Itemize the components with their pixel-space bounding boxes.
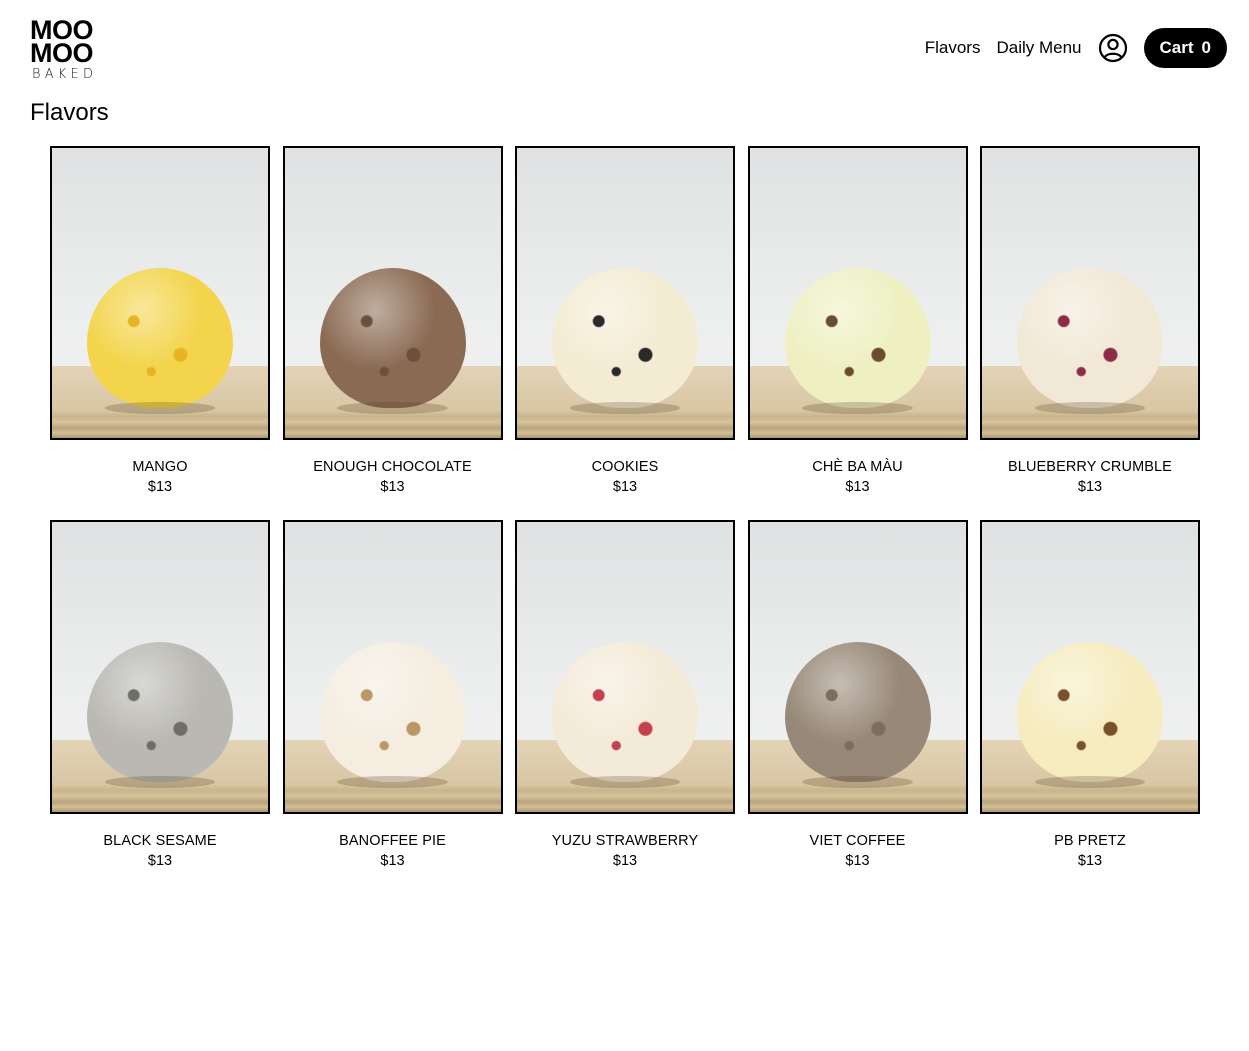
product-image[interactable] (980, 146, 1200, 440)
product-price: $13 (612, 853, 638, 869)
product-card[interactable]: YUZU STRAWBERRY $13 (515, 520, 735, 894)
main-nav: Flavors Daily Menu Cart 0 (925, 28, 1227, 68)
product-card[interactable]: VIET COFFEE $13 (747, 520, 968, 894)
ice-cream-scoop (319, 268, 466, 414)
product-name: PB PRETZ (1054, 833, 1126, 849)
product-image[interactable] (980, 520, 1200, 814)
product-name: MANGO (132, 459, 188, 475)
product-name: BANOFFEE PIE (339, 833, 446, 849)
product-card[interactable]: COOKIES $13 (515, 146, 735, 520)
product-card[interactable]: MANGO $13 (50, 146, 270, 520)
product-name: CHÈ BA MÀU (812, 459, 903, 475)
product-card[interactable]: BLACK SESAME $13 (50, 520, 270, 894)
ice-cream-scoop (87, 268, 233, 414)
product-price: $13 (612, 479, 638, 495)
product-card[interactable]: PB PRETZ $13 (980, 520, 1200, 894)
cart-count: 0 (1201, 38, 1211, 57)
product-price: $13 (1077, 853, 1103, 869)
logo-line-3: BAKED (32, 67, 98, 82)
product-image[interactable] (515, 520, 735, 814)
cart-label: Cart (1159, 38, 1194, 57)
nav-flavors-link[interactable]: Flavors (925, 38, 981, 58)
product-name: ENOUGH CHOCOLATE (313, 459, 472, 475)
product-image[interactable] (515, 146, 735, 440)
product-image[interactable] (282, 520, 503, 814)
product-grid: MANGO $13 ENOUGH CHOCOLATE $13 COOKIES $… (50, 146, 1200, 894)
ice-cream-scoop (784, 268, 931, 414)
product-image[interactable] (50, 146, 270, 440)
product-name: COOKIES (591, 459, 659, 475)
product-image[interactable] (747, 146, 968, 440)
product-image[interactable] (50, 520, 270, 814)
product-image[interactable] (282, 146, 503, 440)
product-price: $13 (845, 479, 870, 495)
logo[interactable]: MOO MOO BAKED (30, 17, 102, 83)
ice-cream-scoop (1017, 642, 1163, 788)
account-icon[interactable] (1098, 33, 1128, 63)
product-image[interactable] (747, 520, 968, 814)
page-title: Flavors (30, 99, 109, 126)
product-name: VIET COFFEE (809, 833, 906, 849)
ice-cream-scoop (552, 268, 698, 414)
product-card[interactable]: CHÈ BA MÀU $13 (747, 146, 968, 520)
ice-cream-scoop (319, 642, 466, 788)
ice-cream-scoop (552, 642, 698, 788)
product-price: $13 (380, 479, 405, 495)
product-price: $13 (380, 853, 405, 869)
product-price: $13 (147, 853, 173, 869)
product-card[interactable]: BANOFFEE PIE $13 (282, 520, 503, 894)
ice-cream-scoop (87, 642, 233, 788)
product-price: $13 (1077, 479, 1103, 495)
product-price: $13 (147, 479, 173, 495)
product-card[interactable]: BLUEBERRY CRUMBLE $13 (980, 146, 1200, 520)
product-name: BLUEBERRY CRUMBLE (1008, 459, 1172, 475)
ice-cream-scoop (784, 642, 931, 788)
product-price: $13 (845, 853, 870, 869)
cart-button[interactable]: Cart 0 (1143, 28, 1227, 68)
product-card[interactable]: ENOUGH CHOCOLATE $13 (282, 146, 503, 520)
ice-cream-scoop (1017, 268, 1163, 414)
logo-line-2: MOO (30, 38, 94, 68)
nav-daily-menu-link[interactable]: Daily Menu (996, 38, 1081, 58)
product-name: YUZU STRAWBERRY (551, 833, 699, 849)
product-name: BLACK SESAME (103, 833, 217, 849)
